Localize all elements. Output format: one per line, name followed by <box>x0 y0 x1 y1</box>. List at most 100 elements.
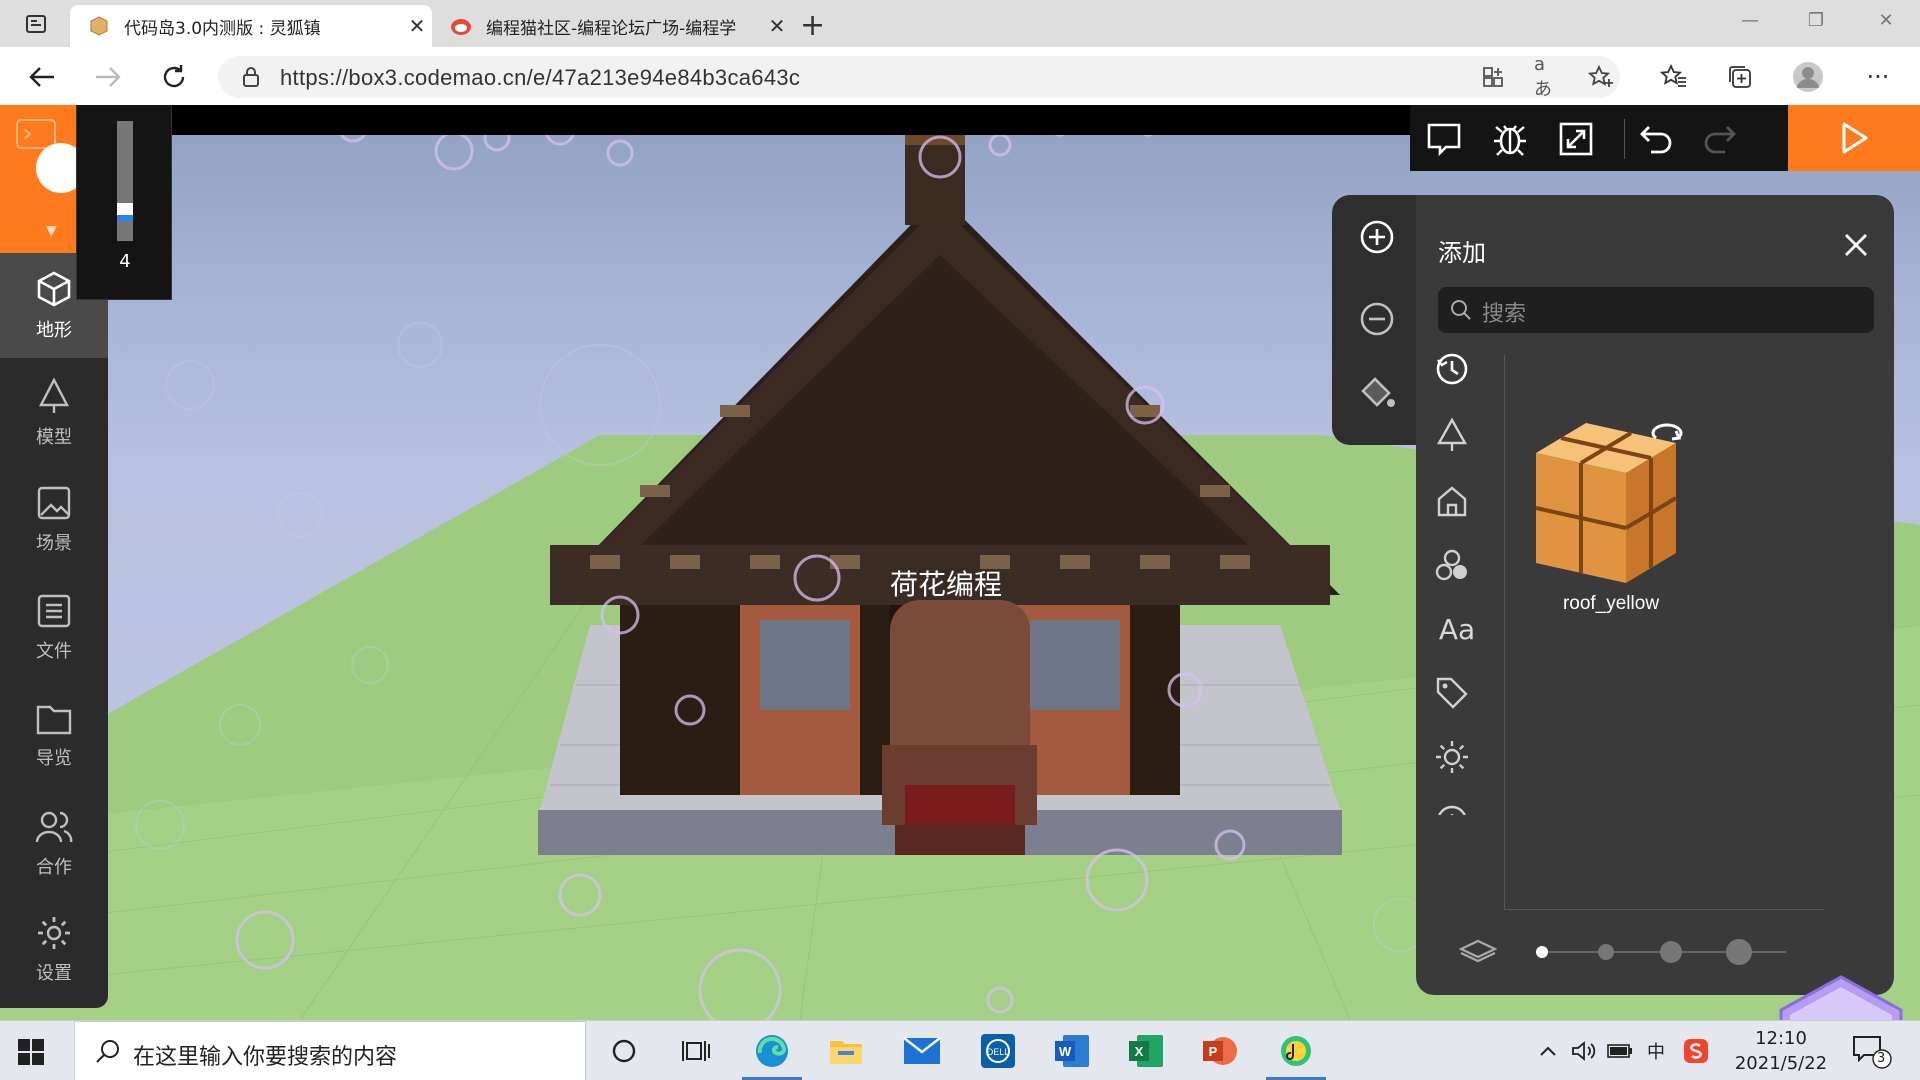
battery-icon[interactable] <box>1606 1037 1634 1065</box>
close-window-button[interactable]: ✕ <box>1856 6 1916 36</box>
edge-browser-icon[interactable] <box>752 1031 792 1071</box>
mascot-badge[interactable] <box>1776 975 1906 1020</box>
play-button[interactable] <box>1788 105 1920 171</box>
new-tab-button[interactable]: + <box>800 8 825 43</box>
box-favicon-icon <box>88 15 110 37</box>
sidebar-item-label: 场景 <box>36 532 72 554</box>
volume-icon[interactable] <box>1570 1037 1598 1065</box>
tab-close-icon[interactable]: ✕ <box>402 14 432 38</box>
asset-roof-yellow[interactable]: roof_yellow <box>1526 413 1696 614</box>
back-icon[interactable] <box>26 61 58 93</box>
notification-count: 3 <box>1877 1051 1886 1066</box>
sidebar-item-files[interactable]: 文件 <box>0 575 108 680</box>
file-explorer-icon[interactable] <box>826 1031 866 1071</box>
brush-shape-slider[interactable] <box>1516 937 1816 967</box>
lock-icon[interactable] <box>238 65 264 89</box>
toolbar-divider <box>1624 119 1625 159</box>
svg-text:P: P <box>1209 1044 1218 1059</box>
favorites-icon[interactable] <box>1658 61 1690 93</box>
svg-text:W: W <box>1059 1044 1072 1059</box>
redo-icon[interactable] <box>1700 119 1740 159</box>
svg-text:DELL: DELL <box>987 1047 1010 1057</box>
system-clock[interactable]: 12:10 2021/5/22 <box>1716 1026 1846 1076</box>
add-category-icon[interactable] <box>1432 801 1472 815</box>
gear-icon <box>38 916 70 949</box>
slider-handle[interactable] <box>1536 946 1548 958</box>
add-panel: 添加 搜索 Aa roof_yellow <box>1416 195 1894 995</box>
restore-button[interactable]: ❐ <box>1786 6 1846 36</box>
paint-bucket-icon[interactable] <box>1357 373 1397 413</box>
undo-icon[interactable] <box>1636 119 1676 159</box>
tree-category-icon[interactable] <box>1432 415 1472 455</box>
url-text[interactable]: https://box3.codemao.cn/e/47a213e94e84b3… <box>280 65 800 91</box>
minimize-button[interactable]: — <box>1720 6 1780 36</box>
shapes-icon[interactable] <box>1432 545 1472 585</box>
sidebar-item-models[interactable]: 模型 <box>0 360 108 465</box>
text-icon[interactable]: Aa <box>1432 609 1482 649</box>
sidebar-item-label: 导览 <box>36 747 72 769</box>
forward-icon[interactable] <box>92 61 124 93</box>
collections-icon[interactable] <box>1724 61 1756 93</box>
tab-inactive[interactable]: 编程猫社区-编程论坛广场-编程学 ✕ <box>432 5 792 47</box>
debug-bug-icon[interactable] <box>1490 119 1530 159</box>
tab-title: 代码岛3.0内测版 : 灵狐镇 <box>124 18 321 39</box>
layers-icon[interactable] <box>1456 933 1500 969</box>
taskbar-search-placeholder: 在这里输入你要搜索的内容 <box>133 1045 398 1070</box>
slider-stop[interactable] <box>1726 939 1752 965</box>
brush-size-slider-track[interactable] <box>117 121 133 241</box>
fullscreen-icon[interactable] <box>1556 119 1596 159</box>
powerpoint-icon[interactable]: P <box>1200 1031 1240 1071</box>
refresh-icon[interactable] <box>158 61 190 93</box>
top-toolbar <box>1410 105 1788 171</box>
cortana-icon[interactable] <box>604 1031 644 1071</box>
notification-center-icon[interactable]: 3 <box>1852 1035 1892 1073</box>
character-name-label: 荷花编程 <box>890 568 1003 601</box>
category-divider <box>1504 355 1505 909</box>
excel-icon[interactable]: X <box>1126 1031 1166 1071</box>
ime-indicator[interactable]: 中 <box>1642 1037 1670 1065</box>
slider-stop[interactable] <box>1660 941 1682 963</box>
profile-avatar-icon[interactable] <box>1792 61 1824 93</box>
brush-size-slider-handle[interactable] <box>117 203 133 221</box>
add-favorite-icon[interactable] <box>1588 65 1614 89</box>
chat-icon[interactable] <box>1424 119 1464 159</box>
remove-block-icon[interactable] <box>1357 299 1397 339</box>
add-block-icon[interactable] <box>1357 217 1397 257</box>
sidebar-item-collab[interactable]: 合作 <box>0 791 108 896</box>
sun-icon[interactable] <box>1432 737 1472 777</box>
scene-viewport[interactable]: 荷花编程 ▼ 地形 模型 场景 文件 导览 合作 设置 4 添加 搜索 Aa r… <box>0 105 1920 1020</box>
chevron-down-icon[interactable]: ▼ <box>46 223 57 239</box>
chevron-up-icon[interactable] <box>1534 1037 1562 1065</box>
dell-icon[interactable]: DELL <box>978 1031 1018 1071</box>
house-icon[interactable] <box>1432 481 1472 521</box>
close-icon[interactable] <box>1836 225 1876 265</box>
brush-size-panel: 4 <box>76 105 172 300</box>
recent-history-icon[interactable] <box>1432 349 1472 389</box>
url-box[interactable]: https://box3.codemao.cn/e/47a213e94e84b3… <box>218 54 1620 100</box>
tab-active[interactable]: 代码岛3.0内测版 : 灵狐镇 ✕ <box>70 5 432 47</box>
slider-stop[interactable] <box>1598 944 1614 960</box>
taskbar-search-input[interactable]: 在这里输入你要搜索的内容 <box>74 1021 586 1080</box>
word-icon[interactable]: W <box>1052 1031 1092 1071</box>
tree-icon <box>39 376 69 413</box>
sidebar-item-scene[interactable]: 场景 <box>0 467 108 572</box>
tab-title: 编程猫社区-编程论坛广场-编程学 <box>486 18 737 39</box>
sidebar-item-settings[interactable]: 设置 <box>0 897 108 1002</box>
read-aloud-icon[interactable]: aあ <box>1534 54 1560 100</box>
taskbar: 在这里输入你要搜索的内容 DELL W X P 中 12:10 2021/5/2… <box>0 1020 1920 1080</box>
music-app-icon[interactable] <box>1276 1031 1316 1071</box>
sidebar-item-label: 设置 <box>36 962 72 984</box>
sidebar-item-guide[interactable]: 导览 <box>0 683 108 788</box>
tag-icon[interactable] <box>1432 673 1472 713</box>
sogou-icon[interactable] <box>1682 1037 1710 1065</box>
search-input[interactable]: 搜索 <box>1438 287 1874 333</box>
more-menu-icon[interactable]: ··· <box>1862 61 1894 93</box>
tab-actions-icon[interactable] <box>22 10 50 38</box>
mail-icon[interactable] <box>902 1031 942 1071</box>
address-bar: https://box3.codemao.cn/e/47a213e94e84b3… <box>0 47 1920 105</box>
windows-start-icon[interactable] <box>18 1039 44 1069</box>
app-install-icon[interactable] <box>1480 65 1506 89</box>
task-view-icon[interactable] <box>676 1031 716 1071</box>
search-icon <box>1451 300 1471 320</box>
tab-close-icon[interactable]: ✕ <box>762 14 792 38</box>
